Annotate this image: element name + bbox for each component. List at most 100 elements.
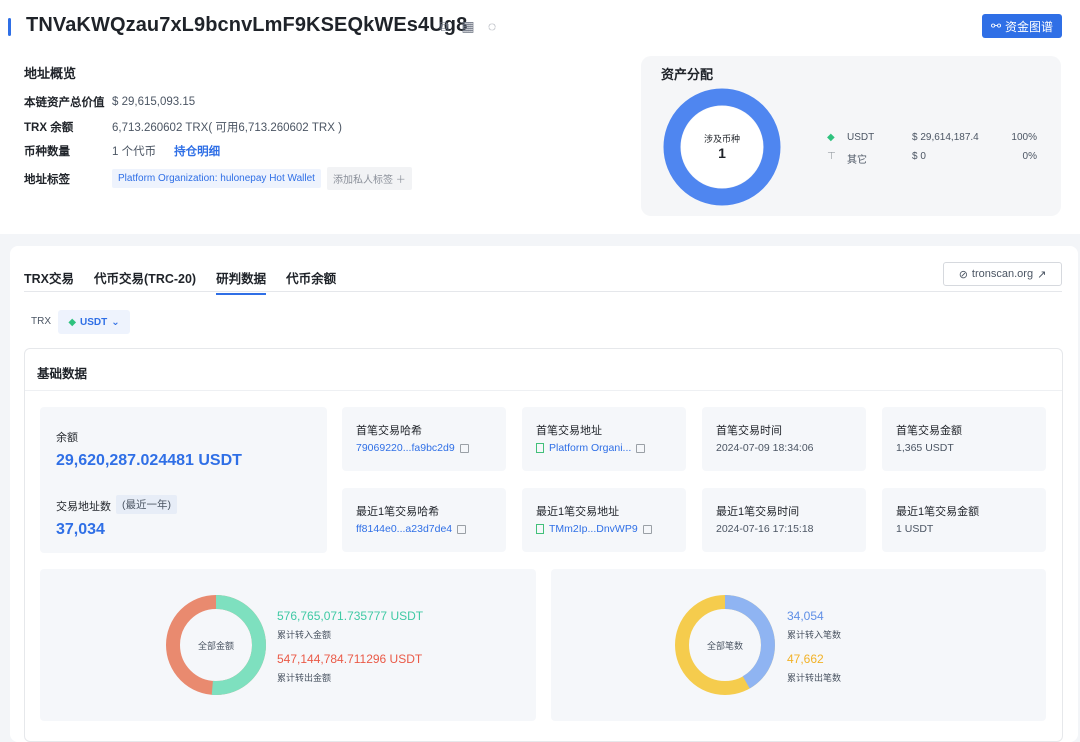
asset-name: USDT bbox=[847, 132, 875, 143]
first-hash[interactable]: 79069220...fa9bc2d9 bbox=[356, 442, 455, 454]
last-time: 2024-07-16 17:15:18 bbox=[716, 523, 814, 535]
overview-title: 地址概览 bbox=[24, 66, 77, 81]
count-center-label: 全部笔数 bbox=[706, 641, 743, 651]
first-addr-value[interactable]: Platform Organi... bbox=[536, 442, 646, 454]
amount-in-value: 576,765,071.735777 USDT bbox=[277, 609, 424, 623]
balance-panel: 余额 29,620,287.024481 USDT 交易地址数 (最近一年) 3… bbox=[40, 407, 327, 553]
last-addr[interactable]: TMm2Ip...DnvWP9 bbox=[549, 523, 638, 535]
token-count-label: 币种数量 bbox=[24, 146, 70, 158]
fund-graph-button[interactable]: ⚯ 资金图谱 bbox=[982, 14, 1062, 38]
token-count-row: 币种数量 1 个代币 持仓明细 bbox=[24, 143, 220, 159]
asset-distribution-card: 资产分配 涉及币种 1 ◆ USDT $ 29,614,187.4 100% ⊤… bbox=[641, 56, 1061, 216]
plus-icon: ＋ bbox=[395, 175, 406, 186]
tab-divider bbox=[24, 291, 1062, 292]
token-count: 1 个代币 bbox=[112, 146, 157, 158]
amount-center-label: 全部金额 bbox=[197, 641, 234, 651]
addr-count-label: 交易地址数 bbox=[56, 501, 111, 513]
title-accent-bar bbox=[8, 18, 11, 36]
total-value-label: 本链资产总价值 bbox=[24, 97, 105, 109]
amount-in-label: 累计转入金额 bbox=[277, 630, 332, 640]
total-value-row: 本链资产总价值 $ 29,615,093.15 bbox=[24, 94, 195, 110]
copy-icon[interactable]: ⧉ bbox=[436, 18, 452, 34]
donut-label: 涉及币种 bbox=[703, 134, 740, 144]
token-usdt-select[interactable]: ◆ USDT ⌄ bbox=[58, 310, 130, 334]
asset-title: 资产分配 bbox=[661, 67, 714, 82]
balance-label: 余额 bbox=[56, 432, 78, 444]
qrcode-icon[interactable]: ▦ bbox=[460, 18, 476, 34]
first-hash-value[interactable]: 79069220...fa9bc2d9 bbox=[356, 442, 469, 454]
asset-name: 其它 bbox=[847, 155, 867, 166]
count-chart-panel: 全部笔数 34,054 累计转入笔数 47,662 累计转出笔数 bbox=[551, 569, 1046, 721]
usdt-icon: ◆ bbox=[68, 316, 77, 328]
address-actions: ⧉ ▦ ◌ bbox=[436, 18, 500, 34]
balance-value: 29,620,287.024481 USDT bbox=[56, 452, 242, 469]
copy-icon[interactable] bbox=[459, 443, 469, 453]
tronscan-button[interactable]: ⊘ tronscan.org ↗ bbox=[943, 262, 1062, 286]
first-addr-cell: 首笔交易地址 Platform Organi... bbox=[522, 407, 686, 471]
total-value: $ 29,615,093.15 bbox=[112, 96, 196, 108]
amount-out-value: 547,144,784.711296 USDT bbox=[277, 652, 423, 666]
basic-data-section: 基础数据 余额 29,620,287.024481 USDT 交易地址数 (最近… bbox=[24, 348, 1063, 742]
first-time-cell: 首笔交易时间 2024-07-09 18:34:06 bbox=[702, 407, 866, 471]
bulb-icon[interactable]: ◌ bbox=[484, 18, 500, 34]
basic-data-title: 基础数据 bbox=[37, 367, 88, 381]
external-link-icon: ↗ bbox=[1037, 268, 1047, 281]
trx-balance-label: TRX 余额 bbox=[24, 122, 74, 134]
last-hash-cell: 最近1笔交易哈希 ff8144e0...a23d7de4 bbox=[342, 488, 506, 552]
last-amount: 1 USDT bbox=[896, 523, 934, 535]
add-private-tag-label: 添加私人标签 bbox=[332, 175, 393, 186]
chevron-down-icon: ⌄ bbox=[111, 316, 120, 328]
count-out-value: 47,662 bbox=[787, 652, 824, 666]
first-time-label: 首笔交易时间 bbox=[716, 425, 782, 437]
copy-icon[interactable] bbox=[636, 443, 646, 453]
compass-icon: ⊘ bbox=[958, 268, 968, 281]
addr-count-chip: (最近一年) bbox=[116, 495, 177, 514]
copy-icon[interactable] bbox=[457, 524, 467, 534]
add-private-tag-button[interactable]: 添加私人标签 ＋ bbox=[326, 167, 412, 190]
count-out-label: 累计转出笔数 bbox=[787, 673, 842, 683]
asset-pct: 100% bbox=[1011, 132, 1037, 143]
tags-label: 地址标签 bbox=[24, 173, 70, 186]
graph-icon: ⚯ bbox=[990, 19, 1002, 33]
last-hash-label: 最近1笔交易哈希 bbox=[356, 506, 440, 518]
first-addr-label: 首笔交易地址 bbox=[536, 425, 602, 437]
count-in-value: 34,054 bbox=[787, 609, 824, 623]
first-amount-label: 首笔交易金额 bbox=[896, 425, 962, 437]
asset-pct: 0% bbox=[1022, 151, 1037, 162]
last-amount-cell: 最近1笔交易金额 1 USDT bbox=[882, 488, 1046, 552]
first-hash-label: 首笔交易哈希 bbox=[356, 425, 422, 437]
address-title: TNVaKWQzau7xL9bcnvLmF9KSEQkWEs4Ug8 bbox=[26, 14, 468, 36]
last-hash-value[interactable]: ff8144e0...a23d7de4 bbox=[356, 523, 467, 535]
token-trx-option[interactable]: TRX bbox=[31, 316, 51, 327]
last-addr-cell: 最近1笔交易地址 TMm2Ip...DnvWP9 bbox=[522, 488, 686, 552]
last-hash[interactable]: ff8144e0...a23d7de4 bbox=[356, 523, 452, 535]
asset-row-usdt: ◆ USDT $ 29,614,187.4 100% bbox=[827, 132, 1037, 143]
first-addr[interactable]: Platform Organi... bbox=[549, 442, 631, 454]
first-amount: 1,365 USDT bbox=[896, 442, 954, 454]
copy-icon[interactable] bbox=[642, 524, 652, 534]
count-in-label: 累计转入笔数 bbox=[787, 630, 842, 640]
last-time-cell: 最近1笔交易时间 2024-07-16 17:15:18 bbox=[702, 488, 866, 552]
asset-row-other: ⊤ 其它 $ 0 0% bbox=[827, 151, 1037, 166]
last-amount-label: 最近1笔交易金额 bbox=[896, 506, 980, 518]
donut-value: 1 bbox=[718, 145, 726, 161]
trx-balance: 6,713.260602 TRX( 可用6,713.260602 TRX ) bbox=[112, 122, 342, 134]
trx-balance-row: TRX 余额 6,713.260602 TRX( 可用6,713.260602 … bbox=[24, 119, 342, 135]
basic-data-header: 基础数据 bbox=[25, 349, 1062, 391]
first-amount-cell: 首笔交易金额 1,365 USDT bbox=[882, 407, 1046, 471]
last-time-label: 最近1笔交易时间 bbox=[716, 506, 800, 518]
other-icon: ⊤ bbox=[827, 151, 836, 162]
tags-row: 地址标签 Platform Organization: hulonepay Ho… bbox=[24, 167, 418, 190]
document-icon bbox=[536, 443, 544, 454]
last-addr-value[interactable]: TMm2Ip...DnvWP9 bbox=[536, 523, 652, 535]
holdings-link[interactable]: 持仓明细 bbox=[174, 143, 220, 159]
fund-graph-label: 资金图谱 bbox=[1005, 19, 1054, 34]
usdt-label: USDT bbox=[80, 316, 108, 328]
asset-value: $ 0 bbox=[912, 151, 926, 162]
document-icon bbox=[536, 524, 544, 535]
first-hash-cell: 首笔交易哈希 79069220...fa9bc2d9 bbox=[342, 407, 506, 471]
addr-count-value: 37,034 bbox=[56, 521, 105, 538]
usdt-icon: ◆ bbox=[827, 132, 835, 143]
amount-out-label: 累计转出金额 bbox=[277, 673, 332, 683]
platform-tag: Platform Organization: hulonepay Hot Wal… bbox=[112, 169, 321, 188]
